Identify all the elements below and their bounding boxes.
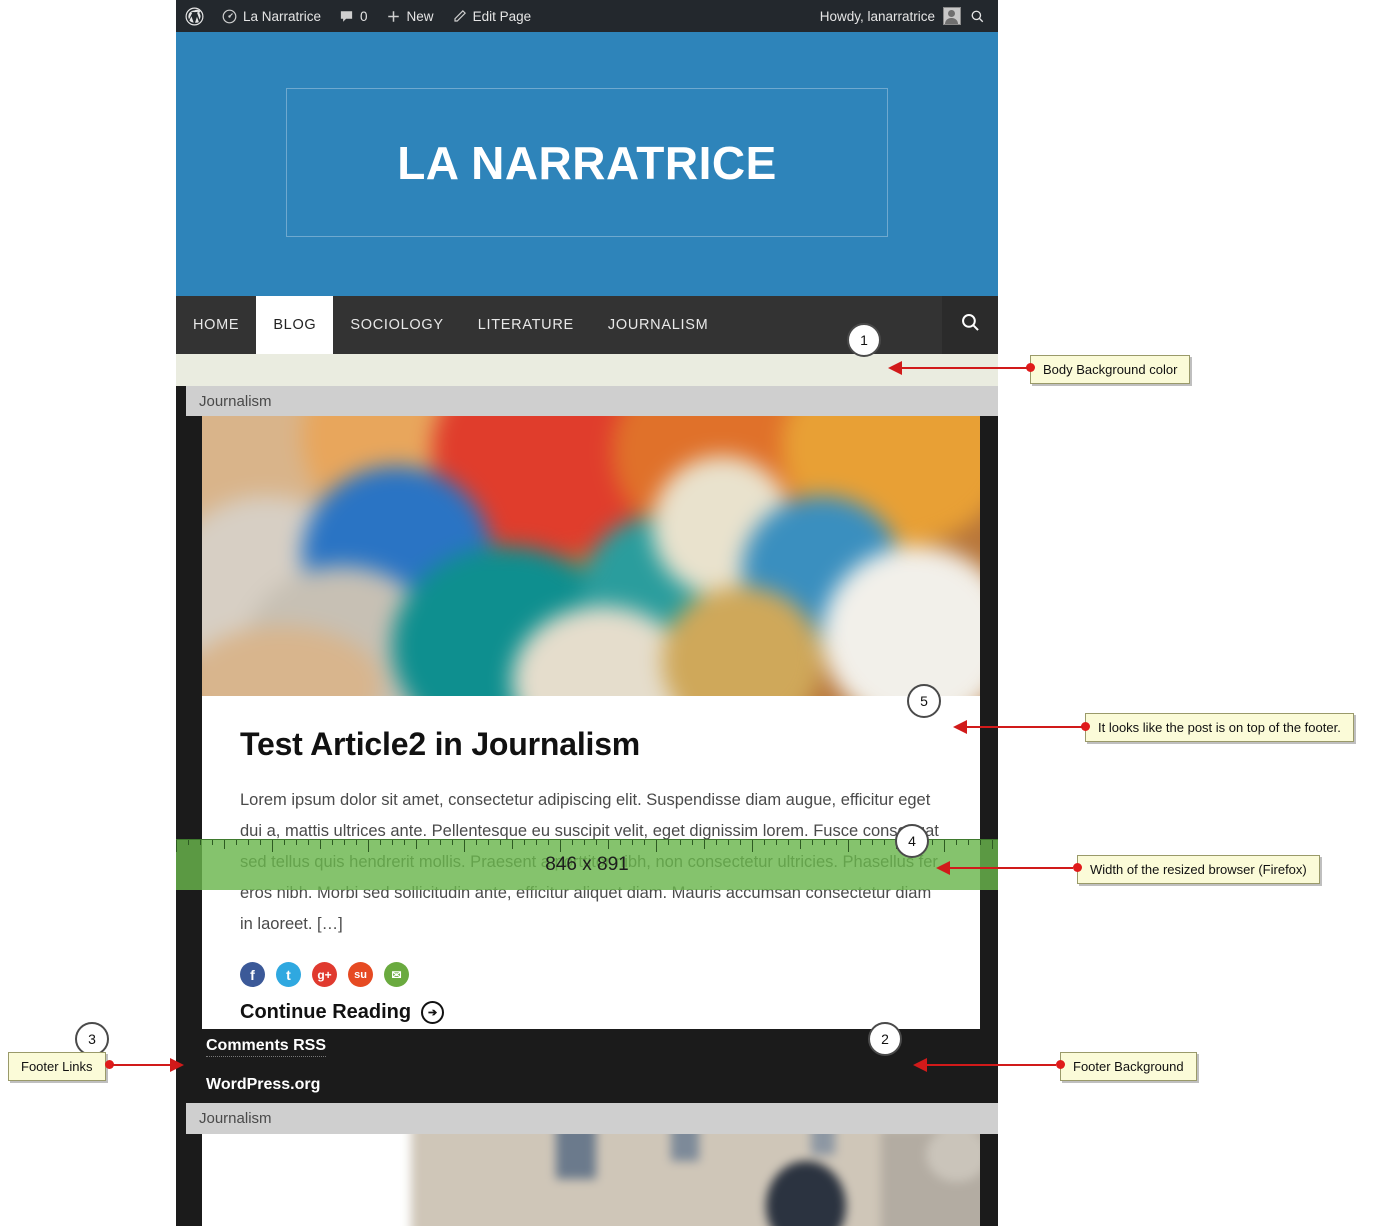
arrow-head-footer-background — [913, 1058, 927, 1072]
comments-count: 0 — [360, 8, 368, 24]
post2-image-art — [396, 1134, 980, 1226]
admin-bar-search-button[interactable] — [961, 0, 994, 32]
site-header: LA NARRATRICE — [176, 32, 998, 296]
post2-featured-image[interactable] — [396, 1134, 980, 1226]
post-category-bar: Journalism — [186, 386, 998, 416]
howdy-label: Howdy, lanarratrice — [819, 8, 935, 24]
featured-image-art — [202, 416, 980, 696]
nav-item-literature[interactable]: LITERATURE — [461, 296, 591, 354]
admin-bar-new[interactable]: New — [377, 0, 443, 32]
admin-bar-edit-page[interactable]: Edit Page — [443, 0, 541, 32]
arrow-right-circle-icon: ➔ — [421, 1001, 445, 1024]
body-background-strip — [176, 354, 998, 386]
footer-link-wordpress-org[interactable]: WordPress.org — [206, 1076, 320, 1094]
callout-dot-footer-background — [1056, 1060, 1065, 1069]
nav-search-button[interactable] — [942, 296, 998, 354]
post-category-label: Journalism — [199, 392, 272, 410]
annotation-marker-4: 4 — [895, 824, 929, 858]
site-title: LA NARRATRICE — [397, 136, 777, 189]
admin-bar-account[interactable]: Howdy, lanarratrice — [820, 0, 998, 32]
stumbleupon-share-icon[interactable]: su — [348, 962, 373, 987]
plus-icon — [386, 9, 401, 24]
callout-footer-background: Footer Background — [1060, 1052, 1197, 1081]
twitter-share-icon[interactable]: t — [276, 962, 301, 987]
post2-category-bar: Journalism — [186, 1103, 998, 1134]
new-label: New — [406, 8, 434, 24]
callout-dot-browser-width — [1073, 863, 1082, 872]
googleplus-share-icon[interactable]: g+ — [312, 962, 337, 987]
annotation-marker-3: 3 — [75, 1022, 109, 1056]
nav-items: HOME BLOG SOCIOLOGY LITERATURE JOURNALIS… — [176, 296, 725, 354]
post2-card — [202, 1134, 980, 1226]
wordpress-icon — [185, 7, 204, 26]
search-icon — [960, 312, 981, 338]
annotation-marker-5: 5 — [907, 684, 941, 718]
annotation-marker-2: 2 — [868, 1022, 902, 1056]
leader-line-body-background — [900, 367, 1028, 369]
post-card: Test Article2 in Journalism Lorem ipsum … — [202, 416, 980, 1029]
email-share-icon[interactable]: ✉ — [384, 962, 409, 987]
pencil-icon — [452, 9, 467, 24]
nav-item-blog[interactable]: BLOG — [256, 296, 334, 354]
footer-link-comments-rss[interactable]: Comments RSS — [206, 1037, 327, 1057]
nav-item-home[interactable]: HOME — [176, 296, 256, 354]
continue-reading-link[interactable]: Continue Reading ➔ — [202, 987, 980, 1024]
admin-bar-site-name[interactable]: La Narratrice — [213, 0, 330, 32]
ruler-ticks — [176, 840, 998, 852]
screenshot-root: La Narratrice 0 New Edit Page Howdy, lan… — [0, 0, 1398, 1226]
wordpress-logo-button[interactable] — [176, 0, 213, 32]
search-icon — [970, 9, 985, 24]
wp-admin-bar[interactable]: La Narratrice 0 New Edit Page Howdy, lan… — [176, 0, 998, 32]
arrow-head-footer-links — [170, 1058, 184, 1072]
arrow-head-browser-width — [936, 861, 950, 875]
leader-line-footer-overlap — [965, 726, 1083, 728]
site-name-label: La Narratrice — [243, 8, 322, 24]
site-title-box[interactable]: LA NARRATRICE — [286, 88, 888, 237]
arrow-head-footer-overlap — [953, 720, 967, 734]
nav-item-journalism[interactable]: JOURNALISM — [591, 296, 725, 354]
callout-body-background: Body Background color — [1030, 355, 1191, 384]
leader-line-footer-background — [925, 1064, 1056, 1066]
post2-category-label: Journalism — [199, 1110, 272, 1127]
post-title[interactable]: Test Article2 in Journalism — [202, 696, 980, 763]
nav-item-sociology[interactable]: SOCIOLOGY — [333, 296, 460, 354]
dashboard-icon — [222, 9, 237, 24]
avatar — [943, 7, 961, 25]
leader-line-browser-width — [948, 867, 1073, 869]
arrow-head-body-background — [888, 361, 902, 375]
callout-browser-width: Width of the resized browser (Firefox) — [1077, 855, 1320, 884]
post-featured-image[interactable] — [202, 416, 980, 696]
leader-line-footer-links — [112, 1064, 172, 1066]
callout-footer-overlap: It looks like the post is on top of the … — [1085, 713, 1354, 742]
callout-footer-links: Footer Links — [8, 1052, 106, 1081]
facebook-share-icon[interactable]: f — [240, 962, 265, 987]
browser-width-ruler: 846 x 891 — [176, 839, 998, 890]
edit-page-label: Edit Page — [472, 8, 532, 24]
admin-bar-comments[interactable]: 0 — [330, 0, 377, 32]
share-buttons-row: f t g+ su ✉ — [202, 940, 980, 987]
ruler-size-label: 846 x 891 — [545, 854, 629, 875]
comment-bubble-icon — [339, 9, 354, 24]
annotation-marker-1: 1 — [847, 323, 881, 357]
continue-reading-label: Continue Reading — [240, 1001, 412, 1023]
